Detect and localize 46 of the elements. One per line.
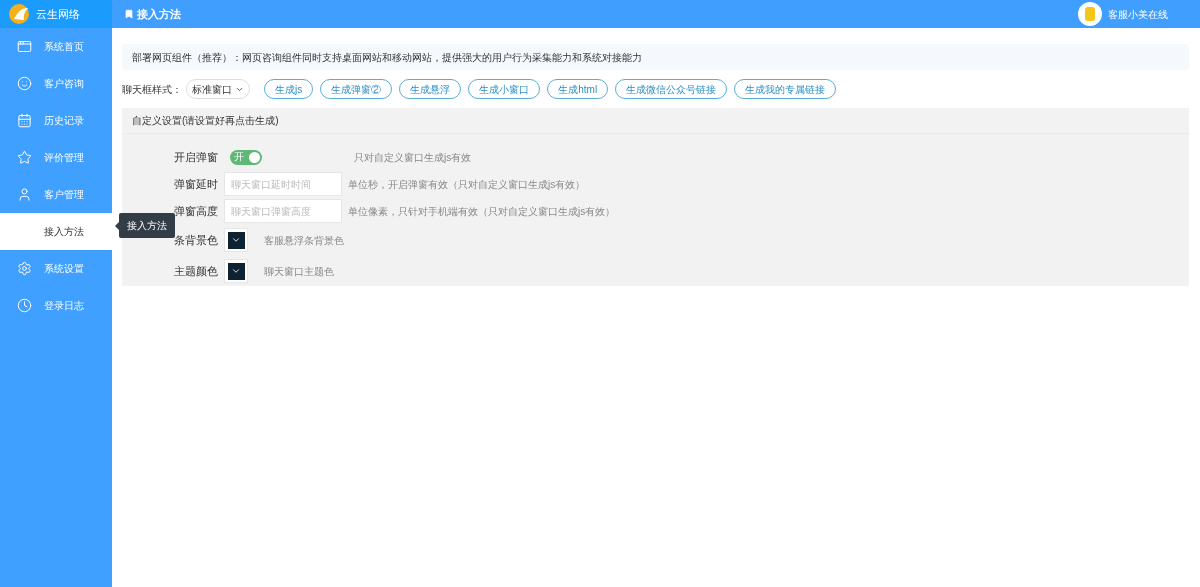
notice-bar: 部署网页组件（推荐）：网页咨询组件同时支持桌面网站和移动网站，提供强大的用户行为采集能力和系统对接能力 [122, 44, 1189, 70]
hint-text: 单位秒，开启弹窗有效（只对自定义窗口生成js有效） [348, 177, 586, 192]
panel-title: 自定义设置(请设置好再点击生成) [132, 114, 279, 128]
sidebar-item[interactable]: 系统首页 [0, 28, 112, 65]
toggle-switch[interactable]: 开 [230, 149, 262, 165]
logo-icon [8, 4, 30, 24]
input-field[interactable]: 聊天窗口延时时间 [224, 172, 342, 196]
sidebar-item[interactable]: 接入方法 [0, 213, 112, 250]
sidebar-item[interactable]: 客户管理 [0, 176, 112, 213]
sidebar-item[interactable]: 登录日志 [0, 287, 112, 324]
hint-text: 聊天窗口主题色 [264, 264, 334, 279]
sidebar-item[interactable]: 历史记录 [0, 102, 112, 139]
field-label: 条背景色 [173, 232, 218, 248]
chevron-down-icon [231, 235, 241, 245]
hint-text: 客服悬浮条背景色 [264, 233, 344, 248]
bookmark-icon [124, 9, 134, 19]
clock-icon [17, 298, 32, 313]
smile-icon [17, 76, 32, 91]
style-label: 聊天框样式： [122, 82, 183, 97]
field-label: 开启弹窗 [173, 149, 218, 165]
generate-button[interactable]: 生成小窗口 [468, 79, 541, 99]
hint-text: 只对自定义窗口生成js有效 [354, 150, 472, 165]
brand-name: 云生网络 [36, 6, 80, 22]
input-field[interactable]: 聊天窗口弹窗高度 [224, 199, 342, 223]
sidebar-item[interactable]: 客户咨询 [0, 65, 112, 102]
sidebar-item[interactable]: 评价管理 [0, 139, 112, 176]
settings-icon [17, 261, 32, 276]
page-title: 接入方法 [137, 6, 181, 22]
hint-text: 单位像素，只针对手机端有效（只对自定义窗口生成js有效） [348, 204, 616, 219]
calendar-icon [17, 113, 32, 128]
chevron-down-icon [231, 266, 241, 276]
window-icon [17, 39, 32, 54]
generate-button[interactable]: 生成微信公众号链接 [615, 79, 728, 99]
generate-button[interactable]: 生成悬浮 [399, 79, 462, 99]
generate-button[interactable]: 生成js [264, 79, 314, 99]
avatar [1078, 2, 1102, 26]
user-status: 客服小美在线 [1108, 7, 1168, 22]
generate-button[interactable]: 生成弹窗② [320, 79, 393, 99]
user-icon [17, 187, 32, 202]
star-icon [17, 150, 32, 165]
sidebar-item[interactable]: 系统设置 [0, 250, 112, 287]
field-label: 主题颜色 [173, 263, 218, 279]
field-label: 弹窗延时 [173, 176, 218, 192]
generate-button[interactable]: 生成html [547, 79, 609, 99]
field-label: 弹窗高度 [173, 203, 218, 219]
generate-button[interactable]: 生成我的专属链接 [734, 79, 837, 99]
